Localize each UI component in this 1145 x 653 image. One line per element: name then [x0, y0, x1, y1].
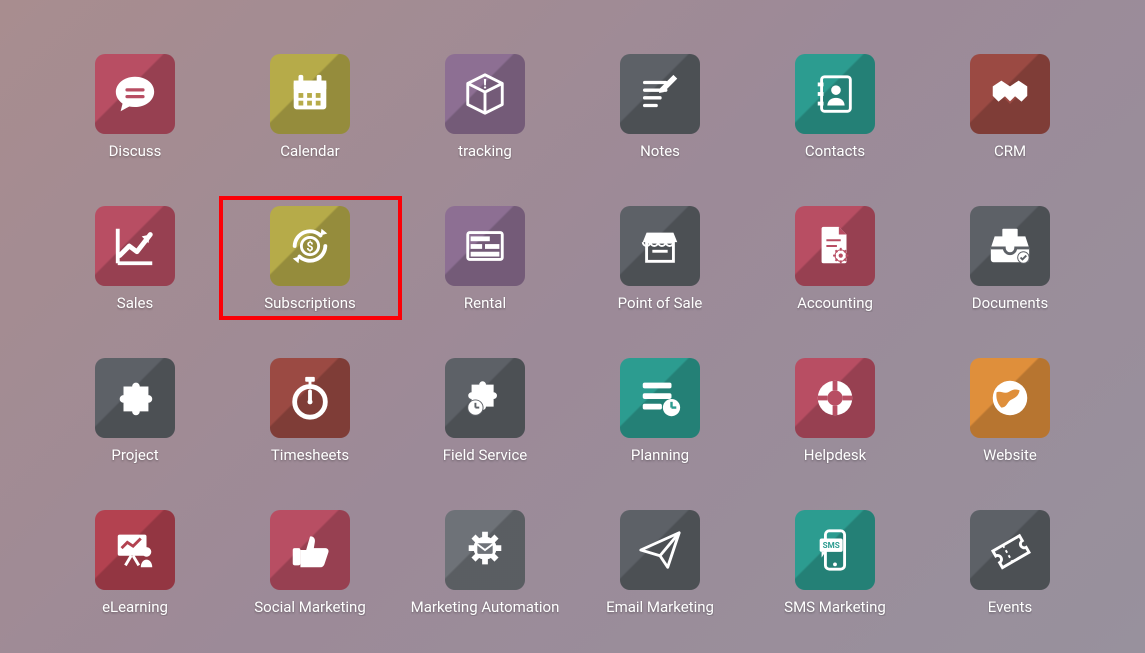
app-label: Planning [631, 446, 689, 464]
address-book-icon [795, 54, 875, 134]
app-label: Field Service [443, 446, 528, 464]
app-label: Contacts [805, 142, 865, 160]
file-gear-icon [795, 206, 875, 286]
app-discuss[interactable]: Discuss [48, 48, 223, 164]
app-point-of-sale[interactable]: Point of Sale [573, 200, 748, 316]
app-label: CRM [994, 142, 1026, 160]
app-rental[interactable]: Rental [398, 200, 573, 316]
app-label: Marketing Automation [411, 598, 560, 616]
app-label: Helpdesk [804, 446, 866, 464]
app-website[interactable]: Website [923, 352, 1098, 468]
phone-sms-icon: SMS [795, 510, 875, 590]
note-pencil-icon [620, 54, 700, 134]
app-helpdesk[interactable]: Helpdesk [748, 352, 923, 468]
app-project[interactable]: Project [48, 352, 223, 468]
app-subscriptions[interactable]: $ Subscriptions [223, 200, 398, 316]
app-label: Calendar [280, 142, 340, 160]
app-events[interactable]: Events [923, 504, 1098, 620]
app-label: tracking [458, 142, 512, 160]
app-label: Subscriptions [264, 294, 355, 312]
chat-icon [95, 54, 175, 134]
app-contacts[interactable]: Contacts [748, 48, 923, 164]
app-label: Project [111, 446, 158, 464]
app-accounting[interactable]: Accounting [748, 200, 923, 316]
ticket-icon [970, 510, 1050, 590]
calendar-icon [270, 54, 350, 134]
app-label: Timesheets [271, 446, 349, 464]
handshake-icon [970, 54, 1050, 134]
app-notes[interactable]: Notes [573, 48, 748, 164]
gear-mail-icon [445, 510, 525, 590]
app-sales[interactable]: Sales [48, 200, 223, 316]
app-label: Rental [464, 294, 506, 312]
app-sms-marketing[interactable]: SMS SMS Marketing [748, 504, 923, 620]
app-launcher-grid: Discuss Calendar! tracking Notes Contacts CRM… [0, 48, 1145, 620]
chart-up-icon [95, 206, 175, 286]
app-email-marketing[interactable]: Email Marketing [573, 504, 748, 620]
app-tracking[interactable]: ! tracking [398, 48, 573, 164]
storefront-icon [620, 206, 700, 286]
app-social-marketing[interactable]: Social Marketing [223, 504, 398, 620]
app-planning[interactable]: Planning [573, 352, 748, 468]
app-label: Events [988, 598, 1032, 616]
package-icon: ! [445, 54, 525, 134]
schedule-grid-icon [445, 206, 525, 286]
svg-text:SMS: SMS [823, 540, 840, 550]
lifebuoy-icon [795, 358, 875, 438]
svg-text:!: ! [483, 77, 486, 92]
board-person-icon [95, 510, 175, 590]
svg-text:$: $ [306, 240, 313, 255]
app-calendar[interactable]: Calendar [223, 48, 398, 164]
app-label: Accounting [797, 294, 873, 312]
thumbs-up-icon [270, 510, 350, 590]
app-label: Documents [972, 294, 1049, 312]
app-label: Email Marketing [606, 598, 714, 616]
app-label: Website [983, 446, 1037, 464]
inbox-check-icon [970, 206, 1050, 286]
paper-plane-icon [620, 510, 700, 590]
app-timesheets[interactable]: Timesheets [223, 352, 398, 468]
stopwatch-icon [270, 358, 350, 438]
app-label: SMS Marketing [784, 598, 886, 616]
dollar-cycle-icon: $ [270, 206, 350, 286]
puzzle-clock-icon [445, 358, 525, 438]
app-label: Sales [117, 294, 153, 312]
app-elearning[interactable]: eLearning [48, 504, 223, 620]
app-crm[interactable]: CRM [923, 48, 1098, 164]
app-field-service[interactable]: Field Service [398, 352, 573, 468]
app-label: Social Marketing [254, 598, 366, 616]
app-documents[interactable]: Documents [923, 200, 1098, 316]
app-label: Notes [640, 142, 680, 160]
list-clock-icon [620, 358, 700, 438]
puzzle-icon [95, 358, 175, 438]
app-label: Point of Sale [618, 294, 703, 312]
globe-icon [970, 358, 1050, 438]
app-label: eLearning [102, 598, 168, 616]
app-marketing-automation[interactable]: Marketing Automation [398, 504, 573, 620]
app-label: Discuss [109, 142, 162, 160]
